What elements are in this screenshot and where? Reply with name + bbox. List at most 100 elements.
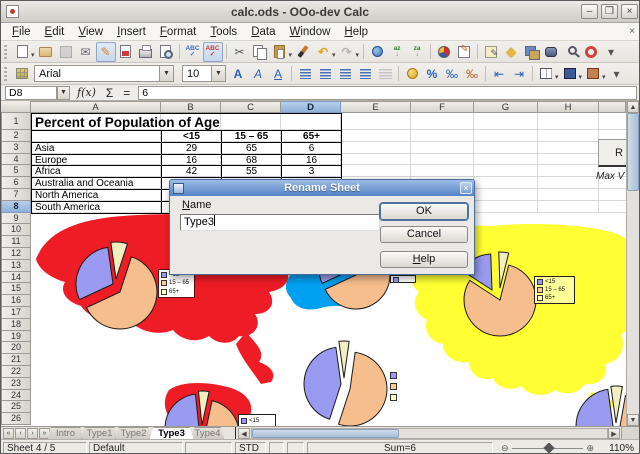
menu-view[interactable]: View: [71, 25, 110, 39]
help-button[interactable]: Help: [380, 251, 468, 268]
sheet-tab-type2[interactable]: Type2: [115, 427, 152, 439]
toolbar-grip[interactable]: [4, 45, 7, 59]
cell-name-row8[interactable]: South America: [31, 201, 161, 213]
cell-name-row7[interactable]: North America: [31, 189, 161, 201]
chevron-down-icon[interactable]: ▼: [57, 86, 70, 100]
dialog-close-icon[interactable]: ×: [460, 182, 472, 194]
dialog-title-bar[interactable]: Rename Sheet ×: [170, 180, 474, 196]
align-center-icon[interactable]: [315, 64, 335, 84]
first-sheet-icon[interactable]: «: [3, 428, 14, 439]
border-color-icon[interactable]: [583, 64, 603, 84]
column-header-e[interactable]: E: [341, 101, 411, 113]
spellcheck-icon[interactable]: ABC✓: [183, 42, 203, 62]
row-header-13[interactable]: 13: [1, 260, 31, 272]
sum-field[interactable]: Sum=6: [307, 442, 493, 454]
column-header-h[interactable]: H: [538, 101, 599, 113]
document-as-email-icon[interactable]: ✉: [76, 42, 96, 62]
export-pdf-icon[interactable]: [116, 42, 136, 62]
insert-chart-icon[interactable]: [434, 42, 454, 62]
column-header-a[interactable]: A: [31, 101, 161, 113]
menu-window[interactable]: Window: [283, 25, 338, 39]
row-header-22[interactable]: 22: [1, 366, 31, 378]
row-header-25[interactable]: 25: [1, 401, 31, 413]
h-scroll-left-icon[interactable]: ◀: [238, 428, 250, 439]
previous-sheet-icon[interactable]: ‹: [15, 428, 26, 439]
vertical-scrollbar[interactable]: ▲ ▼: [626, 101, 639, 426]
cell-value-r3c1[interactable]: 29: [161, 142, 221, 154]
sheet-tab-type3[interactable]: Type3: [149, 427, 194, 439]
cell-name-row4[interactable]: Europe: [31, 154, 161, 166]
add-decimal-icon[interactable]: ‰: [442, 64, 462, 84]
sort-ascending-icon[interactable]: az↓: [387, 42, 407, 62]
cell-value-r5c2[interactable]: 55: [221, 165, 281, 177]
cut-icon[interactable]: ✂: [230, 42, 250, 62]
gallery-icon[interactable]: [521, 42, 541, 62]
row-header-5[interactable]: 5: [1, 165, 31, 177]
menu-help[interactable]: Help: [337, 25, 375, 39]
menu-insert[interactable]: Insert: [110, 25, 153, 39]
cell-value-r4c3[interactable]: 16: [281, 154, 341, 166]
underline-icon[interactable]: A: [268, 64, 288, 84]
currency-icon[interactable]: [402, 64, 422, 84]
close-document-icon[interactable]: ×: [629, 26, 635, 37]
name-box[interactable]: D8 ▼: [5, 86, 57, 100]
align-right-icon[interactable]: [335, 64, 355, 84]
sum-icon[interactable]: Σ: [106, 86, 113, 100]
auto-spellcheck-icon[interactable]: ABC✓: [203, 42, 223, 62]
cell-name-row5[interactable]: Africa: [31, 165, 161, 177]
scroll-up-icon[interactable]: ▲: [627, 101, 639, 113]
column-header-c[interactable]: C: [221, 101, 281, 113]
chevron-down-icon[interactable]: ▼: [159, 66, 173, 81]
font-size-combobox[interactable]: 10 ▼: [182, 65, 226, 82]
delete-decimal-icon[interactable]: ‰: [462, 64, 482, 84]
merge-cells-icon[interactable]: [375, 64, 395, 84]
toolbar-grip[interactable]: [4, 67, 7, 81]
row-header-15[interactable]: 15: [1, 283, 31, 295]
horizontal-scrollbar-thumb[interactable]: [252, 429, 399, 438]
bold-icon[interactable]: A: [228, 64, 248, 84]
column-header-partial[interactable]: [599, 101, 626, 113]
new-document-icon[interactable]: [12, 42, 32, 62]
cell-value-r4c2[interactable]: 68: [221, 154, 281, 166]
sheet-tab-type4[interactable]: Type4: [191, 427, 224, 439]
decrease-indent-icon[interactable]: ⇤: [489, 64, 509, 84]
column-header-f[interactable]: F: [411, 101, 474, 113]
cell-a2[interactable]: [31, 130, 161, 142]
percent-icon[interactable]: %: [422, 64, 442, 84]
clone-formatting-icon[interactable]: [293, 42, 313, 62]
save-icon[interactable]: [56, 42, 76, 62]
cell-header-3[interactable]: 65+: [281, 130, 341, 142]
column-header-b[interactable]: B: [161, 101, 221, 113]
italic-icon[interactable]: A: [248, 64, 268, 84]
row-header-20[interactable]: 20: [1, 342, 31, 354]
row-header-21[interactable]: 21: [1, 354, 31, 366]
chart-legend-asia[interactable]: <1515 – 6565+: [534, 276, 575, 304]
print-icon[interactable]: [136, 42, 156, 62]
cell-value-r5c3[interactable]: 3: [281, 165, 341, 177]
menu-data[interactable]: Data: [244, 25, 282, 39]
edit-file-icon[interactable]: ✎: [96, 42, 116, 62]
cancel-button[interactable]: Cancel: [380, 226, 468, 243]
sheet-tab-intro[interactable]: Intro: [47, 427, 84, 439]
row-header-8[interactable]: 8: [1, 201, 31, 213]
row-header-16[interactable]: 16: [1, 295, 31, 307]
increase-indent-icon[interactable]: ⇥: [509, 64, 529, 84]
menu-format[interactable]: Format: [153, 25, 203, 39]
show-draw-functions-icon[interactable]: [454, 42, 474, 62]
zoom-in-icon[interactable]: ⊕: [586, 444, 594, 453]
cell-name-row3[interactable]: Asia: [31, 142, 161, 154]
row-header-26[interactable]: 26: [1, 413, 31, 425]
hyperlink-icon[interactable]: [367, 42, 387, 62]
row-header-17[interactable]: 17: [1, 307, 31, 319]
row-header-4[interactable]: 4: [1, 154, 31, 166]
cell-a1-title[interactable]: Percent of Population of Age: [31, 113, 341, 130]
close-button[interactable]: ×: [621, 4, 638, 19]
sheet-tab-type1[interactable]: Type1: [81, 427, 118, 439]
sheet-button-partial[interactable]: R: [598, 139, 626, 167]
page-style-field[interactable]: Default: [89, 442, 183, 454]
chart-legend-europe[interactable]: [390, 275, 416, 283]
page-preview-icon[interactable]: [156, 42, 176, 62]
column-header-d[interactable]: D: [281, 101, 341, 113]
vertical-scrollbar-thumb[interactable]: [627, 113, 639, 191]
toolbar-more-icon[interactable]: ▾: [607, 64, 627, 84]
